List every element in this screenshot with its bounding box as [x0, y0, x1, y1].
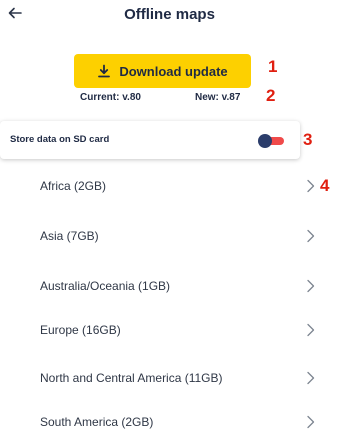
toggle-knob [258, 134, 272, 148]
region-item-south-america[interactable]: South America (2GB) [0, 399, 339, 445]
new-version: New: v.87 [195, 92, 241, 103]
region-label: South America (2GB) [40, 415, 154, 429]
region-item-africa[interactable]: Africa (2GB) [0, 163, 339, 209]
sd-card-label: Store data on SD card [10, 134, 110, 145]
download-update-label: Download update [119, 63, 228, 79]
region-item-asia[interactable]: Asia (7GB) [0, 213, 339, 259]
current-version: Current: v.80 [80, 92, 141, 103]
sd-card-toggle[interactable] [258, 134, 288, 148]
chevron-right-icon [306, 371, 316, 385]
region-item-north-central-america[interactable]: North and Central America (11GB) [0, 355, 339, 401]
callout-3: 3 [303, 130, 313, 149]
region-item-australia-oceania[interactable]: Australia/Oceania (1GB) [0, 263, 339, 309]
callout-2: 2 [266, 86, 276, 105]
download-update-button[interactable]: Download update [74, 54, 251, 88]
chevron-right-icon [306, 323, 316, 337]
callout-4: 4 [320, 176, 330, 195]
region-label: Asia (7GB) [40, 229, 99, 243]
chevron-right-icon [306, 179, 316, 193]
region-label: Africa (2GB) [40, 179, 107, 193]
download-icon [97, 64, 111, 78]
region-item-europe[interactable]: Europe (16GB) [0, 307, 339, 353]
chevron-right-icon [306, 229, 316, 243]
page-title: Offline maps [124, 6, 215, 23]
region-label: North and Central America (11GB) [40, 371, 223, 385]
region-label: Australia/Oceania (1GB) [40, 279, 171, 293]
region-label: Europe (16GB) [40, 323, 121, 337]
callout-1: 1 [268, 57, 278, 76]
chevron-right-icon [306, 415, 316, 429]
chevron-right-icon [306, 279, 316, 293]
